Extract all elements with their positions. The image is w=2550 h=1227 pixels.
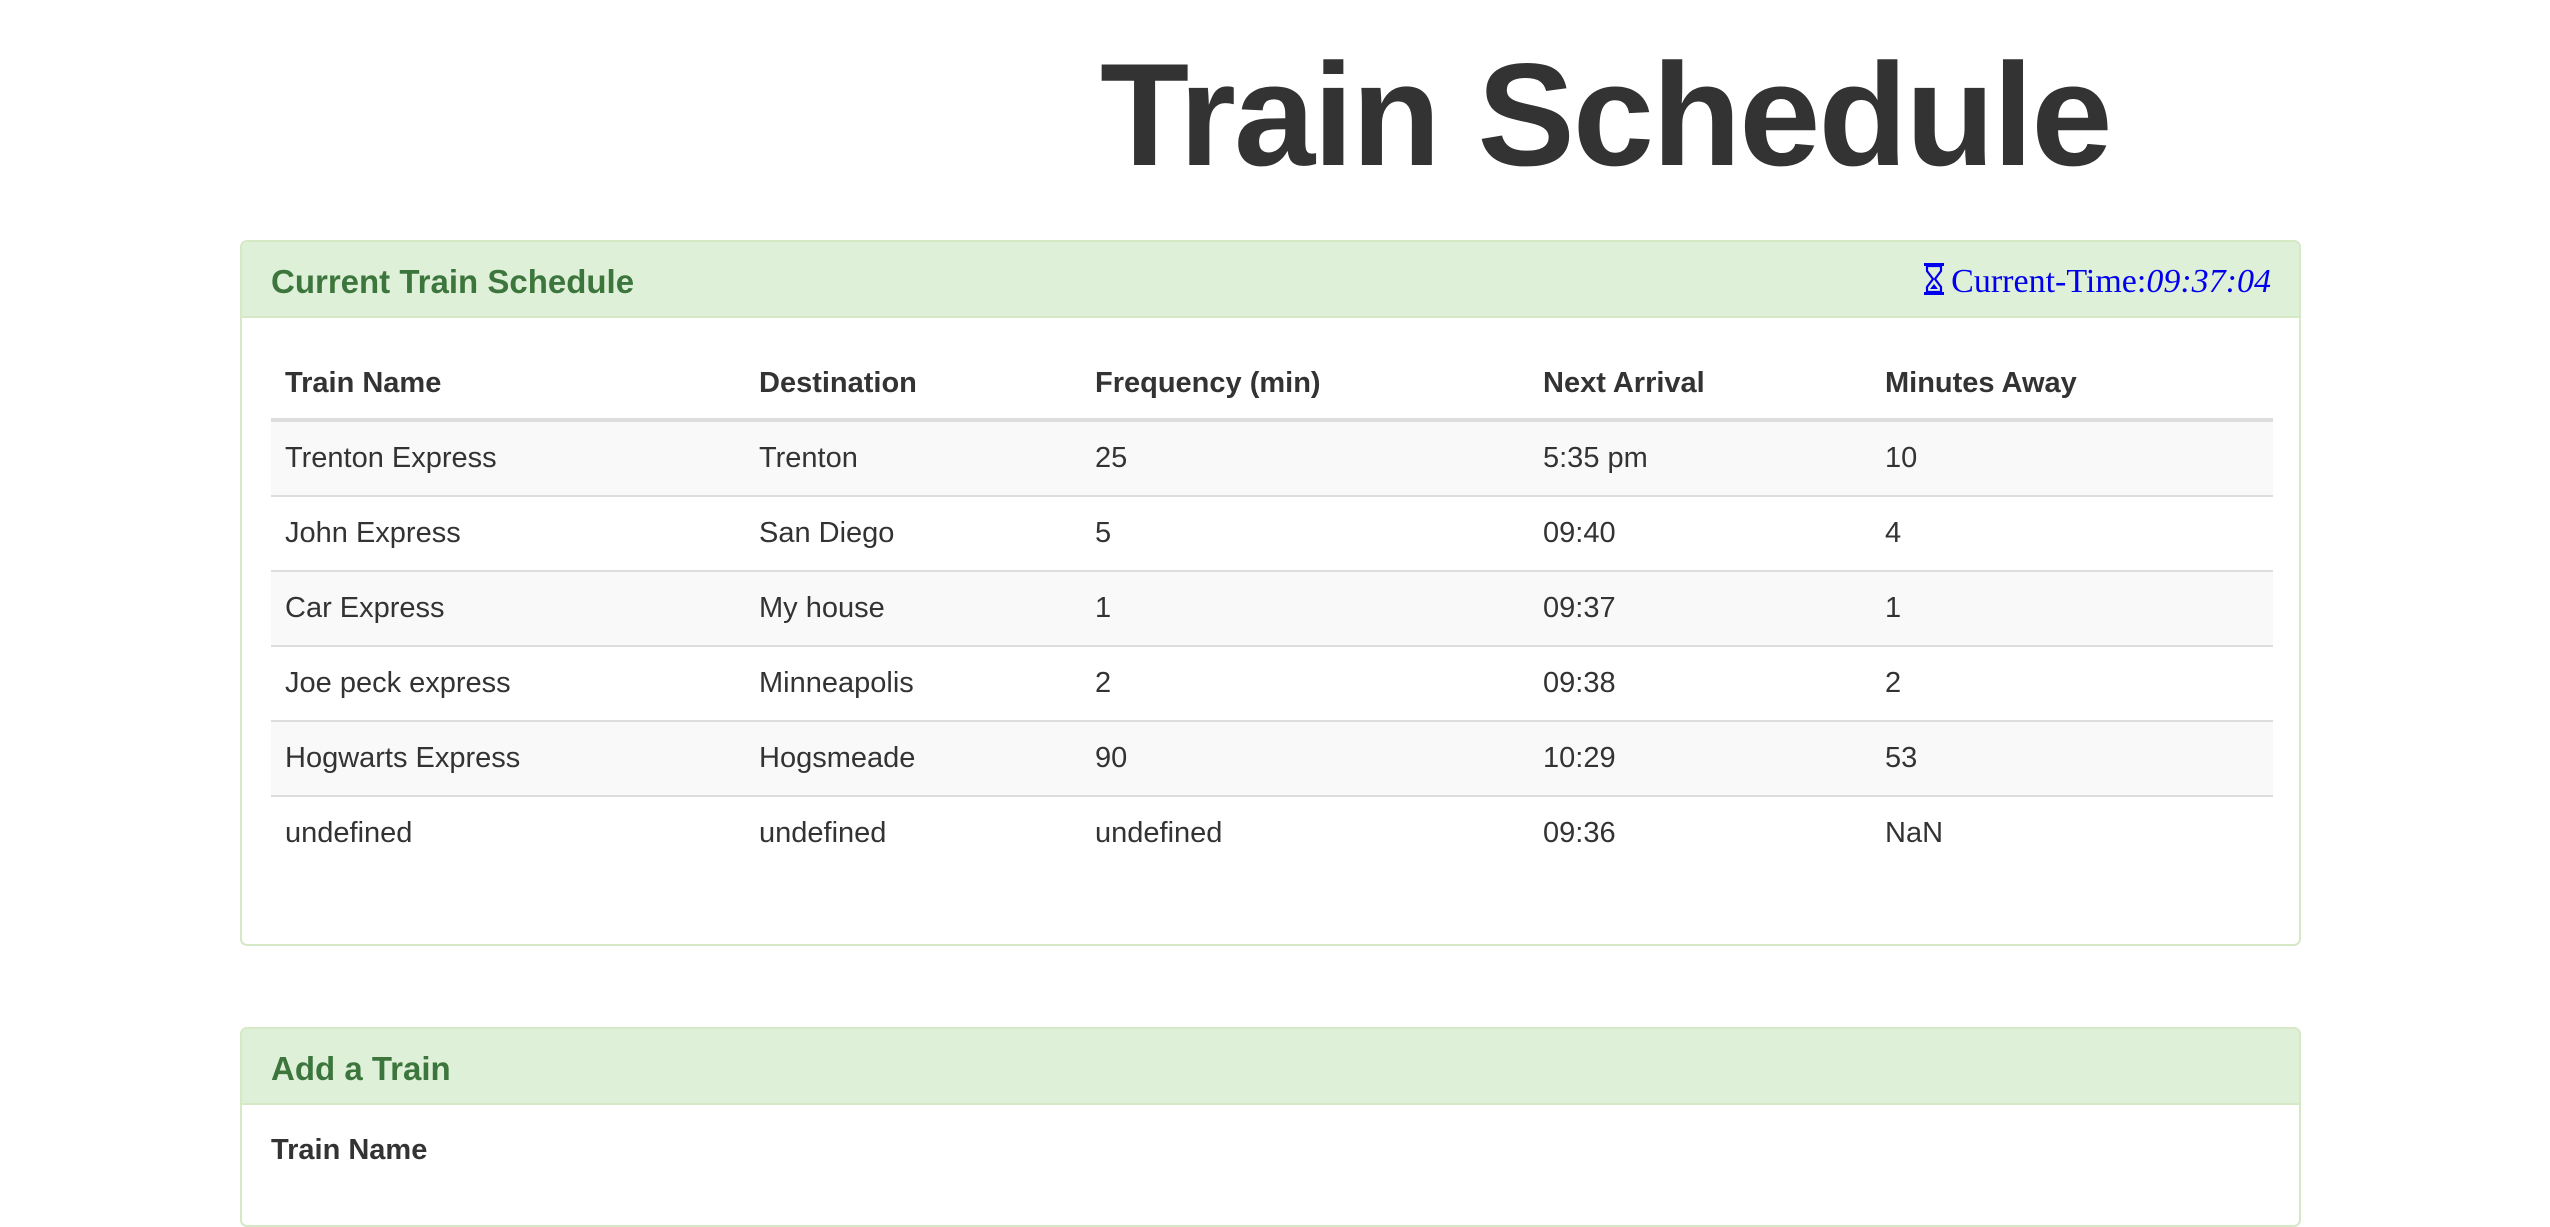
add-train-panel: Add a Train Train Name (240, 1027, 2301, 1227)
cell-next-arrival: 09:38 (1529, 645, 1871, 721)
table-row: Car Express My house 1 09:37 1 (271, 570, 2273, 646)
cell-frequency: 25 (1081, 420, 1529, 496)
current-time-display: Current-Time: 09:37:04 (1923, 260, 2271, 304)
cell-minutes-away: 2 (1871, 645, 2273, 721)
table-row: Joe peck express Minneapolis 2 09:38 2 (271, 645, 2273, 721)
cell-frequency: 5 (1081, 495, 1529, 571)
cell-destination: My house (745, 570, 1081, 646)
schedule-panel: Current Train Schedule Current-Time: 09:3… (240, 240, 2301, 946)
cell-next-arrival: 09:37 (1529, 570, 1871, 646)
schedule-panel-title: Current Train Schedule (271, 263, 635, 300)
column-header-minutes-away: Minutes Away (1871, 348, 2273, 422)
cell-train-name: Hogwarts Express (271, 720, 745, 796)
cell-next-arrival: 10:29 (1529, 720, 1871, 796)
hourglass-icon (1923, 262, 1945, 296)
table-row: Hogwarts Express Hogsmeade 90 10:29 53 (271, 720, 2273, 796)
train-name-field-label: Train Name (271, 1134, 428, 1166)
column-header-next-arrival: Next Arrival (1529, 348, 1871, 422)
schedule-panel-heading: Current Train Schedule Current-Time: 09:3… (242, 242, 2299, 318)
schedule-panel-body: Train Name Destination Frequency (min) N… (242, 318, 2299, 870)
cell-frequency: 1 (1081, 570, 1529, 646)
cell-frequency: undefined (1081, 795, 1529, 870)
column-header-train-name: Train Name (271, 348, 745, 422)
current-time-label: Current-Time: (1951, 263, 2147, 300)
cell-next-arrival: 09:36 (1529, 795, 1871, 870)
table-header-row: Train Name Destination Frequency (min) N… (271, 348, 2273, 422)
column-header-frequency: Frequency (min) (1081, 348, 1529, 422)
cell-destination: Minneapolis (745, 645, 1081, 721)
cell-train-name: John Express (271, 495, 745, 571)
cell-minutes-away: 10 (1871, 420, 2273, 496)
table-row: Trenton Express Trenton 25 5:35 pm 10 (271, 420, 2273, 496)
cell-minutes-away: NaN (1871, 795, 2273, 870)
cell-destination: Hogsmeade (745, 720, 1081, 796)
table-row: John Express San Diego 5 09:40 4 (271, 495, 2273, 571)
cell-frequency: 90 (1081, 720, 1529, 796)
cell-frequency: 2 (1081, 645, 1529, 721)
cell-minutes-away: 53 (1871, 720, 2273, 796)
cell-train-name: Joe peck express (271, 645, 745, 721)
train-schedule-table: Train Name Destination Frequency (min) N… (271, 348, 2273, 870)
cell-next-arrival: 09:40 (1529, 495, 1871, 571)
cell-destination: Trenton (745, 420, 1081, 496)
cell-train-name: undefined (271, 795, 745, 870)
cell-minutes-away: 1 (1871, 570, 2273, 646)
cell-train-name: Trenton Express (271, 420, 745, 496)
page-title: Train Schedule (1100, 33, 2113, 196)
add-train-panel-heading: Add a Train (242, 1029, 2299, 1105)
add-train-panel-title: Add a Train (271, 1050, 451, 1087)
cell-destination: undefined (745, 795, 1081, 870)
cell-train-name: Car Express (271, 570, 745, 646)
cell-minutes-away: 4 (1871, 495, 2273, 571)
current-time-value: 09:37:04 (2146, 263, 2271, 300)
cell-next-arrival: 5:35 pm (1529, 420, 1871, 496)
cell-destination: San Diego (745, 495, 1081, 571)
table-row: undefined undefined undefined 09:36 NaN (271, 795, 2273, 870)
column-header-destination: Destination (745, 348, 1081, 422)
